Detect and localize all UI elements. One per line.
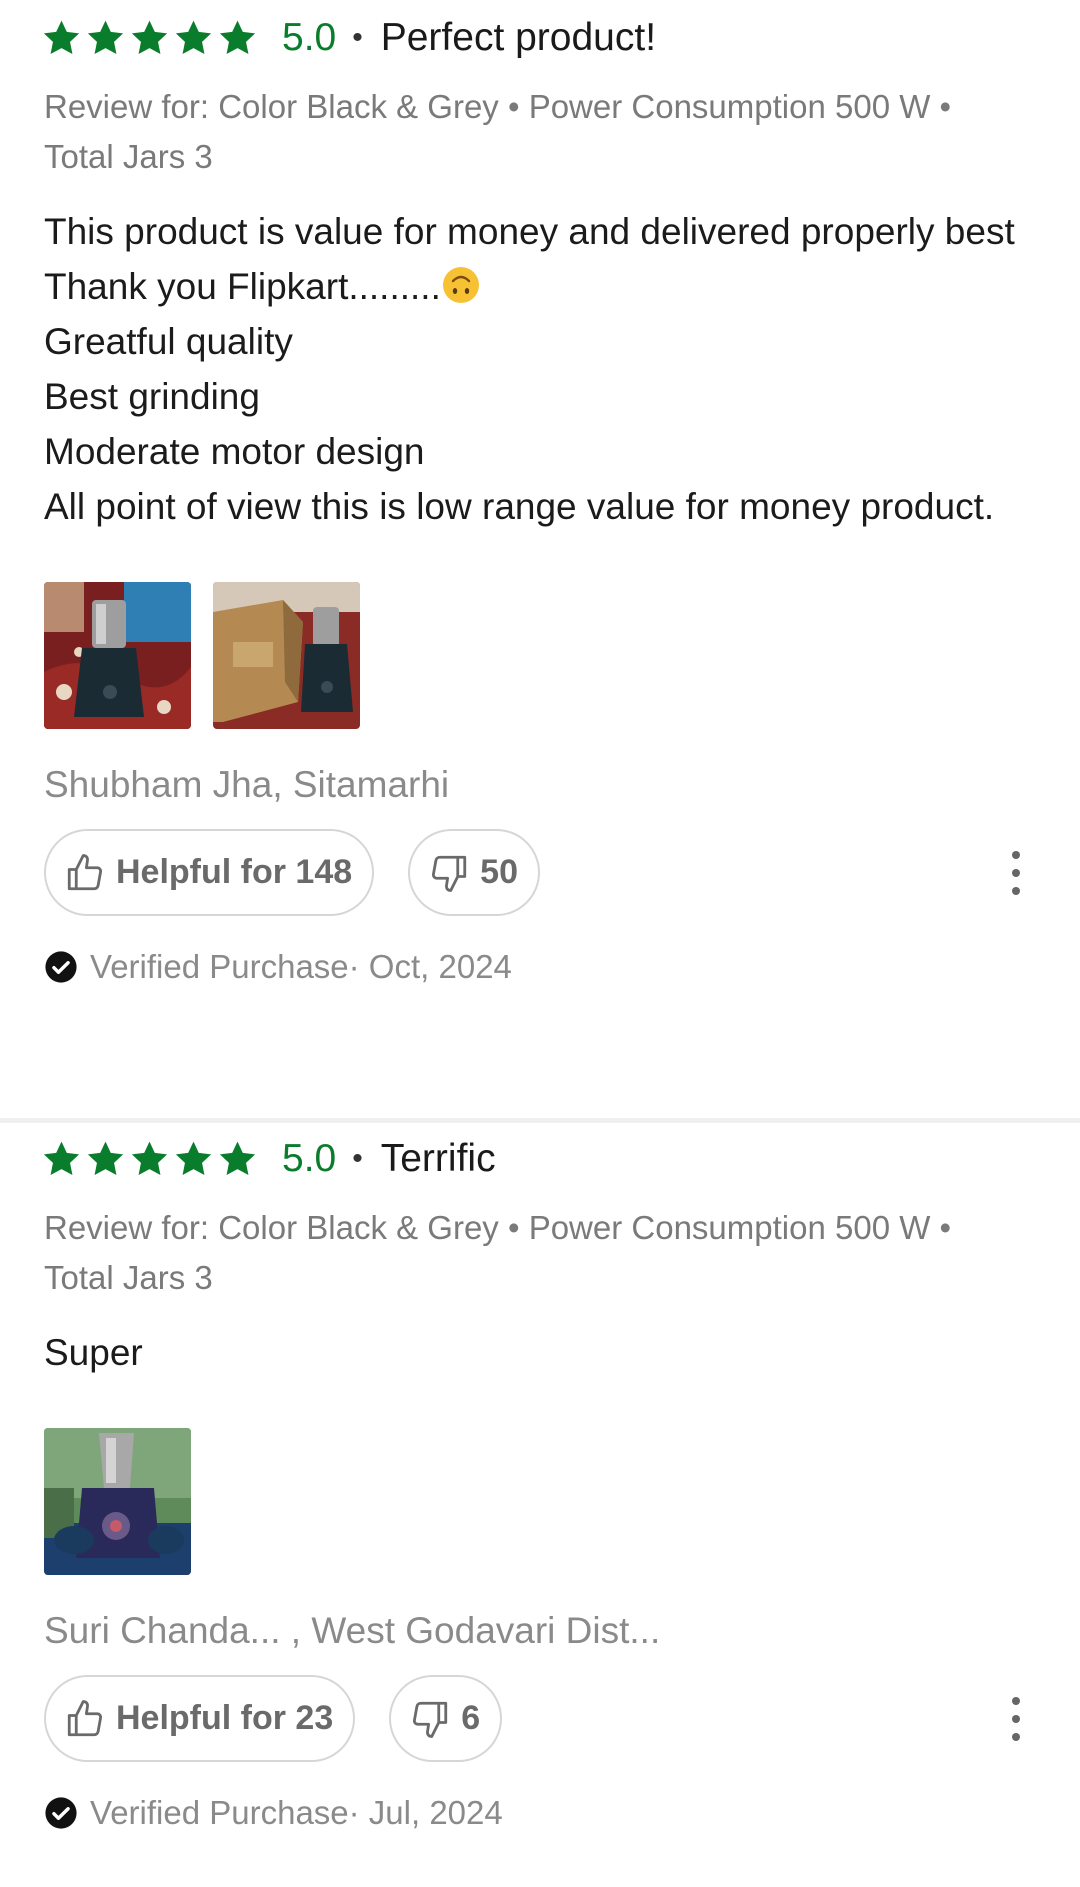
separator-dot: • bbox=[352, 1142, 363, 1175]
not-helpful-count: 50 bbox=[480, 853, 518, 891]
verified-purchase-text: Verified Purchase· Jul, 2024 bbox=[90, 1794, 503, 1831]
mixer-grinder-photo bbox=[44, 1428, 191, 1575]
thumbs-down-icon bbox=[432, 855, 467, 892]
helpful-label: Helpful for 23 bbox=[116, 1699, 334, 1737]
review-photos bbox=[44, 582, 1036, 729]
review-body-text-continued: Greatful quality Best grinding Moderate … bbox=[44, 321, 995, 527]
star-icon bbox=[43, 20, 80, 54]
thumbs-up-icon bbox=[67, 853, 103, 890]
star-icon bbox=[131, 1141, 168, 1175]
review-photo-thumbnail[interactable] bbox=[44, 1428, 191, 1575]
review-body: This product is value for money and deli… bbox=[44, 204, 1044, 534]
reviewer-name-location: Shubham Jha, Sitamarhi bbox=[44, 764, 450, 805]
verified-purchase: Verified Purchase· Jul, 2024 bbox=[44, 1794, 1036, 1832]
review-photo-thumbnail[interactable] bbox=[213, 582, 360, 729]
helpful-label: Helpful for 148 bbox=[116, 853, 353, 891]
star-icon bbox=[175, 1141, 212, 1175]
verified-check-icon bbox=[45, 951, 77, 983]
more-options-icon[interactable] bbox=[996, 1697, 1036, 1741]
rating-row: 5.0 • Perfect product! bbox=[41, 12, 1036, 64]
rating-row: 5.0 • Terrific bbox=[41, 1133, 1036, 1185]
rating-value: 5.0 bbox=[282, 1137, 337, 1180]
not-helpful-button[interactable]: 50 bbox=[408, 829, 540, 916]
star-icon bbox=[43, 1141, 80, 1175]
review-card: 5.0 • Perfect product! Review for: Color… bbox=[0, 0, 1080, 1118]
more-options-icon[interactable] bbox=[996, 851, 1036, 895]
review-variant-info: Review for: Color Black & Grey • Power C… bbox=[44, 88, 952, 175]
star-icon bbox=[87, 20, 124, 54]
separator-dot: • bbox=[352, 21, 363, 54]
star-rating bbox=[41, 1139, 258, 1180]
star-rating bbox=[41, 18, 258, 59]
thumbs-up-icon bbox=[67, 1699, 103, 1736]
review-title: Terrific bbox=[380, 1137, 496, 1180]
mixer-grinder-photo bbox=[44, 582, 191, 729]
upside-down-face-emoji-icon bbox=[442, 267, 479, 303]
star-icon bbox=[219, 20, 256, 54]
review-body: Super bbox=[44, 1332, 143, 1373]
review-photos bbox=[44, 1428, 1036, 1575]
verified-purchase: Verified Purchase· Oct, 2024 bbox=[44, 948, 1036, 986]
helpful-button[interactable]: Helpful for 23 bbox=[44, 1675, 356, 1762]
not-helpful-count: 6 bbox=[461, 1699, 481, 1737]
helpful-button[interactable]: Helpful for 148 bbox=[44, 829, 375, 916]
verified-purchase-text: Verified Purchase· Oct, 2024 bbox=[90, 948, 512, 985]
rating-value: 5.0 bbox=[282, 16, 337, 59]
not-helpful-button[interactable]: 6 bbox=[389, 1675, 503, 1762]
mixer-grinder-box-photo bbox=[213, 582, 360, 729]
star-icon bbox=[219, 1141, 256, 1175]
review-variant-info: Review for: Color Black & Grey • Power C… bbox=[44, 1209, 952, 1296]
verified-check-icon bbox=[45, 1797, 77, 1829]
star-icon bbox=[131, 20, 168, 54]
review-body-text: This product is value for money and deli… bbox=[44, 211, 1015, 307]
reviewer-name-location: Suri Chanda... , West Godavari Dist... bbox=[44, 1610, 661, 1651]
review-title: Perfect product! bbox=[380, 16, 657, 59]
review-photo-thumbnail[interactable] bbox=[44, 582, 191, 729]
review-actions: Helpful for 148 50 bbox=[44, 829, 1036, 916]
review-card: 5.0 • Terrific Review for: Color Black &… bbox=[0, 1123, 1080, 1887]
star-icon bbox=[175, 20, 212, 54]
thumbs-down-icon bbox=[413, 1701, 448, 1738]
review-actions: Helpful for 23 6 bbox=[44, 1675, 1036, 1762]
star-icon bbox=[87, 1141, 124, 1175]
